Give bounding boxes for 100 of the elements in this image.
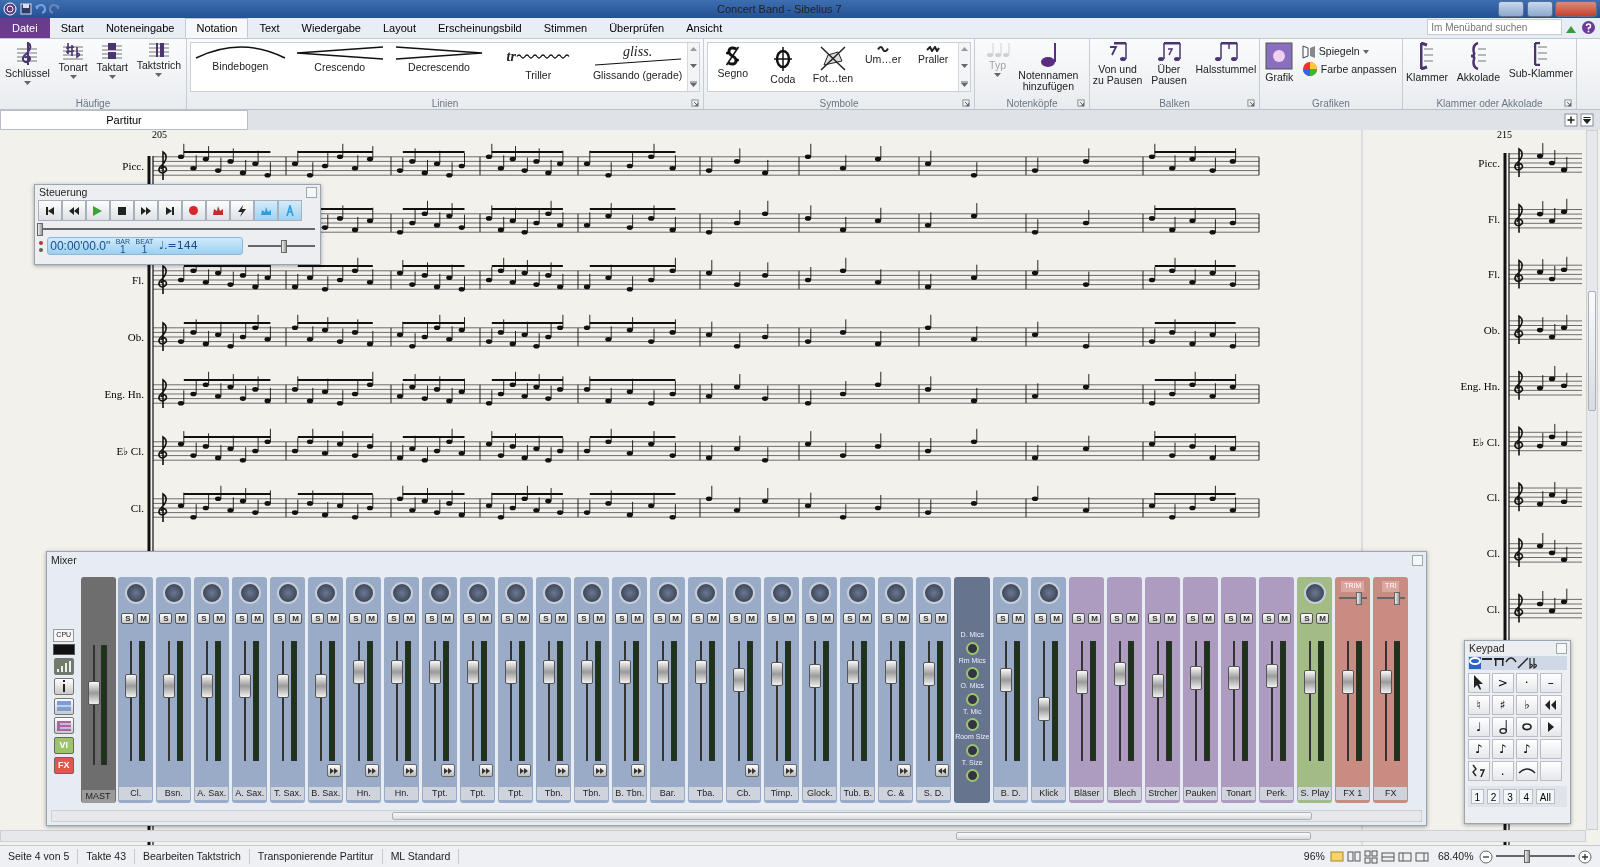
ribbon-button[interactable]: Segno bbox=[710, 45, 755, 79]
forward-button[interactable] bbox=[326, 764, 341, 777]
ribbon-button[interactable]: Klammer bbox=[1403, 41, 1452, 83]
volume-fader[interactable] bbox=[1039, 641, 1050, 761]
keypad-tab[interactable] bbox=[1468, 657, 1481, 669]
pan-knob[interactable] bbox=[922, 582, 945, 604]
forward-button[interactable] bbox=[364, 764, 379, 777]
mute-button[interactable]: M bbox=[897, 613, 911, 624]
keypad-layout-button[interactable]: 2 bbox=[1486, 789, 1501, 804]
ribbon-tab[interactable]: Noteneingabe bbox=[94, 18, 186, 38]
volume-fader[interactable] bbox=[924, 641, 935, 761]
mute-button[interactable]: M bbox=[859, 613, 873, 624]
trim-slider[interactable] bbox=[1376, 591, 1405, 605]
volume-fader[interactable] bbox=[1115, 641, 1126, 761]
ribbon-button[interactable]: Schlüssel bbox=[1, 41, 53, 86]
ribbon-button[interactable]: Um…er bbox=[861, 45, 906, 65]
solo-button[interactable]: S bbox=[767, 613, 781, 624]
collapse-ribbon-icon[interactable] bbox=[1565, 25, 1577, 34]
pan-knob[interactable] bbox=[124, 582, 147, 604]
solo-button[interactable]: S bbox=[159, 613, 173, 624]
solo-button[interactable]: S bbox=[1262, 613, 1276, 624]
mute-button[interactable]: M bbox=[821, 613, 835, 624]
volume-fader[interactable] bbox=[848, 641, 859, 761]
solo-button[interactable]: S bbox=[577, 613, 591, 624]
pan-knob[interactable] bbox=[1037, 582, 1060, 604]
keypad-layout-button[interactable]: 4 bbox=[1519, 789, 1533, 804]
solo-button[interactable]: S bbox=[349, 613, 363, 624]
ribbon-tab[interactable]: Layout bbox=[371, 18, 427, 38]
volume-fader[interactable] bbox=[696, 641, 707, 761]
keypad-key[interactable] bbox=[1467, 760, 1490, 781]
solo-button[interactable]: S bbox=[425, 613, 439, 624]
ribbon-button[interactable]: Fot…ten bbox=[811, 45, 855, 84]
view-mode-icon[interactable] bbox=[1381, 851, 1396, 862]
volume-fader[interactable] bbox=[1077, 641, 1088, 761]
solo-button[interactable]: S bbox=[1148, 613, 1162, 624]
solo-button[interactable]: S bbox=[996, 613, 1010, 624]
keypad-layout-button[interactable]: All bbox=[1535, 789, 1555, 804]
mute-button[interactable]: M bbox=[1088, 613, 1102, 624]
mute-button[interactable]: M bbox=[289, 613, 303, 624]
mute-button[interactable]: M bbox=[251, 613, 265, 624]
help-icon[interactable] bbox=[1581, 20, 1596, 35]
volume-fader[interactable] bbox=[1153, 641, 1164, 761]
volume-fader[interactable] bbox=[1343, 641, 1354, 761]
mute-button[interactable]: M bbox=[327, 613, 341, 624]
volume-fader[interactable] bbox=[354, 641, 365, 761]
volume-fader[interactable] bbox=[164, 641, 175, 761]
transport-button[interactable] bbox=[229, 200, 254, 221]
zoom-out-icon[interactable] bbox=[1479, 849, 1493, 864]
forward-button[interactable] bbox=[440, 764, 455, 777]
solo-button[interactable]: S bbox=[881, 613, 895, 624]
mute-button[interactable]: M bbox=[783, 613, 797, 624]
forward-button[interactable] bbox=[402, 764, 417, 777]
expand-gallery-icon[interactable] bbox=[689, 81, 699, 88]
knob[interactable] bbox=[965, 743, 979, 757]
solo-button[interactable]: S bbox=[1186, 613, 1200, 624]
keypad-layout-button[interactable]: 1 bbox=[1470, 789, 1485, 804]
solo-button[interactable]: S bbox=[121, 613, 135, 624]
tempo-slider[interactable] bbox=[248, 239, 315, 253]
solo-button[interactable]: S bbox=[235, 613, 249, 624]
pan-knob[interactable] bbox=[200, 582, 223, 604]
volume-fader[interactable] bbox=[620, 641, 631, 761]
volume-fader[interactable] bbox=[126, 641, 137, 761]
zoom-slider[interactable] bbox=[1495, 850, 1576, 863]
ribbon-tab[interactable]: Erscheinungsbild bbox=[426, 18, 533, 38]
volume-fader[interactable] bbox=[582, 641, 593, 761]
pan-knob[interactable] bbox=[390, 582, 413, 604]
ribbon-button[interactable]: Tonart bbox=[55, 41, 91, 80]
mute-button[interactable]: M bbox=[669, 613, 683, 624]
mute-button[interactable]: M bbox=[517, 613, 531, 624]
mute-button[interactable]: M bbox=[1050, 613, 1064, 624]
volume-fader[interactable] bbox=[202, 641, 213, 761]
ribbon-tab[interactable]: Wiedergabe bbox=[290, 18, 372, 38]
mute-button[interactable]: M bbox=[1164, 613, 1178, 624]
horizontal-scrollbar[interactable] bbox=[0, 830, 1586, 842]
horizontal-scrollbar[interactable] bbox=[51, 810, 1422, 822]
knob[interactable] bbox=[965, 641, 979, 655]
transport-button[interactable] bbox=[133, 200, 158, 221]
mute-button[interactable]: M bbox=[213, 613, 227, 624]
mute-button[interactable]: M bbox=[1278, 613, 1292, 624]
scroll-up-icon[interactable] bbox=[689, 45, 699, 52]
mute-button[interactable]: M bbox=[137, 613, 151, 624]
mute-button[interactable]: M bbox=[365, 613, 379, 624]
ribbon-tab[interactable]: Datei bbox=[0, 18, 50, 38]
ribbon-button[interactable]: Praller bbox=[911, 45, 956, 65]
pan-knob[interactable] bbox=[1303, 582, 1326, 604]
keypad-key[interactable]: ♮ bbox=[1467, 694, 1490, 715]
keypad-key[interactable] bbox=[1539, 694, 1562, 715]
keypad-key[interactable]: ♯ bbox=[1491, 694, 1514, 715]
ribbon-button[interactable]: Bindebogen bbox=[192, 45, 289, 72]
view-mode-icon[interactable] bbox=[1415, 851, 1430, 862]
solo-button[interactable]: S bbox=[919, 613, 933, 624]
ribbon-button[interactable]: Notennamen hinzufügen bbox=[1015, 41, 1082, 92]
ribbon-tab[interactable]: Stimmen bbox=[532, 18, 599, 38]
dialog-launcher-icon[interactable] bbox=[962, 99, 970, 107]
solo-button[interactable]: S bbox=[805, 613, 819, 624]
forward-button[interactable] bbox=[592, 764, 607, 777]
knob[interactable] bbox=[965, 769, 979, 782]
keypad-key[interactable]: ♪ bbox=[1491, 738, 1514, 759]
mute-button[interactable]: M bbox=[555, 613, 569, 624]
mute-button[interactable]: M bbox=[441, 613, 455, 624]
